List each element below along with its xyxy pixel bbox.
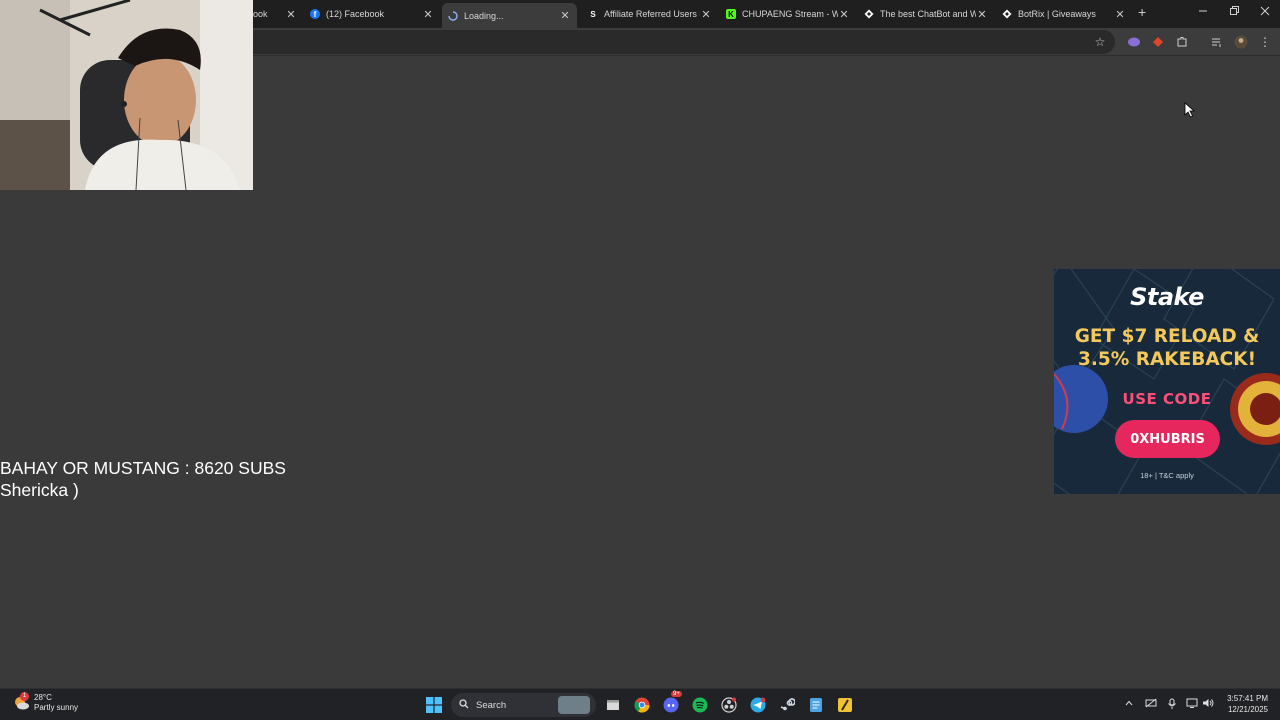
stake-logo: Stake [1130,283,1204,311]
discord-icon[interactable]: 9+ [661,691,682,715]
task-view-icon[interactable] [603,695,623,715]
tab-label: CHUPAENG Stream - Wa [742,9,838,19]
tab-kick-stream[interactable]: K CHUPAENG Stream - Wa ✕ [726,4,850,24]
app-shortcut-icon[interactable] [835,695,855,715]
telegram-icon[interactable] [748,695,768,715]
extension-leaf-icon[interactable] [1150,34,1166,50]
tab-label: The best ChatBot and Wi [880,9,976,19]
clock-date: 12/21/2025 [1227,705,1268,714]
tray-app-icon[interactable] [1145,698,1157,711]
botrix-icon [864,9,874,19]
weather-temp: 28°C [34,693,52,702]
tab-label: Loading... [464,10,504,21]
stake-ad-banner: Stake GET $7 RELOAD & 3.5% RAKEBACK! USE… [1054,269,1280,494]
tab-label: Affiliate Referred Users - S [604,9,700,19]
tab-botrix-giveaways[interactable]: BotRix | Giveaways ✕ [1002,4,1126,24]
windows-start-icon[interactable] [424,695,444,715]
tab-facebook-2[interactable]: f (12) Facebook ✕ [310,4,434,24]
spotify-icon[interactable] [690,695,710,715]
tab-label: ook [253,9,268,19]
microphone-icon[interactable] [1167,698,1177,713]
facebook-icon: f [310,9,320,19]
tab-label: BotRix | Giveaways [1018,9,1096,19]
mouse-cursor-icon [1184,102,1196,118]
network-icon[interactable] [1186,698,1198,711]
tab-close-icon[interactable]: ✕ [700,8,712,21]
weather-badge: 1 [20,692,29,701]
ad-fine-print: 18+ | T&C apply [1140,471,1194,480]
tab-close-icon[interactable]: ✕ [838,8,850,21]
tab-label: (12) Facebook [326,9,385,19]
kick-icon: K [726,9,736,19]
ad-code-label: USE CODE [1122,390,1212,408]
window-close-icon[interactable] [1260,6,1270,19]
search-label: Search [476,699,507,711]
new-tab-button[interactable]: + [1138,4,1146,20]
ad-headline-line2: 3.5% RAKEBACK! [1077,349,1257,370]
show-hidden-icons-chevron-icon[interactable] [1124,698,1134,711]
discord-badge: 9+ [671,691,682,697]
extension-cloud-icon[interactable] [1126,34,1142,50]
tab-close-icon[interactable]: ✕ [285,8,297,21]
restore-icon[interactable] [1229,6,1239,19]
tab-loading[interactable]: Loading... ✕ [442,3,577,28]
windows-taskbar: 1 28°C Partly sunny Search 9+ 3:57:41 PM… [0,688,1280,720]
loading-spinner-icon [448,10,458,21]
partly-sunny-icon: 1 [12,692,30,712]
media-controls-icon[interactable] [1209,34,1225,50]
latest-sub-text: Shericka ) [0,480,79,500]
subs-goal-text: BAHAY OR MUSTANG : 8620 SUBS [0,458,286,478]
notepad-icon[interactable] [806,695,826,715]
bookmark-star-icon[interactable]: ☆ [1092,34,1108,50]
minimize-icon[interactable] [1198,6,1208,19]
extensions-puzzle-icon[interactable] [1174,34,1190,50]
obs-icon[interactable] [719,695,739,715]
volume-icon[interactable] [1202,698,1214,711]
promo-code-button[interactable]: 0XHUBRIS [1115,420,1220,458]
chrome-icon[interactable] [632,695,652,715]
menu-kebab-icon[interactable]: ⋮ [1257,34,1273,50]
clock-time: 3:57:41 PM [1227,694,1268,703]
tab-close-icon[interactable]: ✕ [1114,8,1126,21]
weather-desc: Partly sunny [34,703,79,712]
taskbar-search[interactable]: Search [451,693,596,717]
webcam-overlay [0,0,253,190]
tab-close-icon[interactable]: ✕ [559,9,571,22]
screen: ook ✕ f (12) Facebook ✕ Loading... ✕ S A… [0,0,1280,720]
search-icon [459,698,469,712]
botrix-icon [1002,9,1012,19]
tab-close-icon[interactable]: ✕ [422,8,434,21]
ad-headline-line1: GET $7 RELOAD & [1074,326,1260,347]
profile-avatar[interactable] [1233,34,1249,50]
system-clock[interactable]: 3:57:41 PM 12/21/2025 [1227,693,1268,715]
tab-affiliate[interactable]: S Affiliate Referred Users - S ✕ [588,4,712,24]
search-highlight-image [558,696,590,714]
tab-facebook-1[interactable]: ook ✕ [253,4,297,24]
weather-widget[interactable]: 1 28°C Partly sunny [12,692,79,713]
stake-s-icon: S [590,9,596,19]
steam-icon[interactable] [777,695,797,715]
tab-botrix-chatbot[interactable]: The best ChatBot and Wi ✕ [864,4,988,24]
tab-close-icon[interactable]: ✕ [976,8,988,21]
webcam-feed-image [0,0,253,190]
ad-headline: GET $7 RELOAD & 3.5% RAKEBACK! [1054,325,1280,371]
